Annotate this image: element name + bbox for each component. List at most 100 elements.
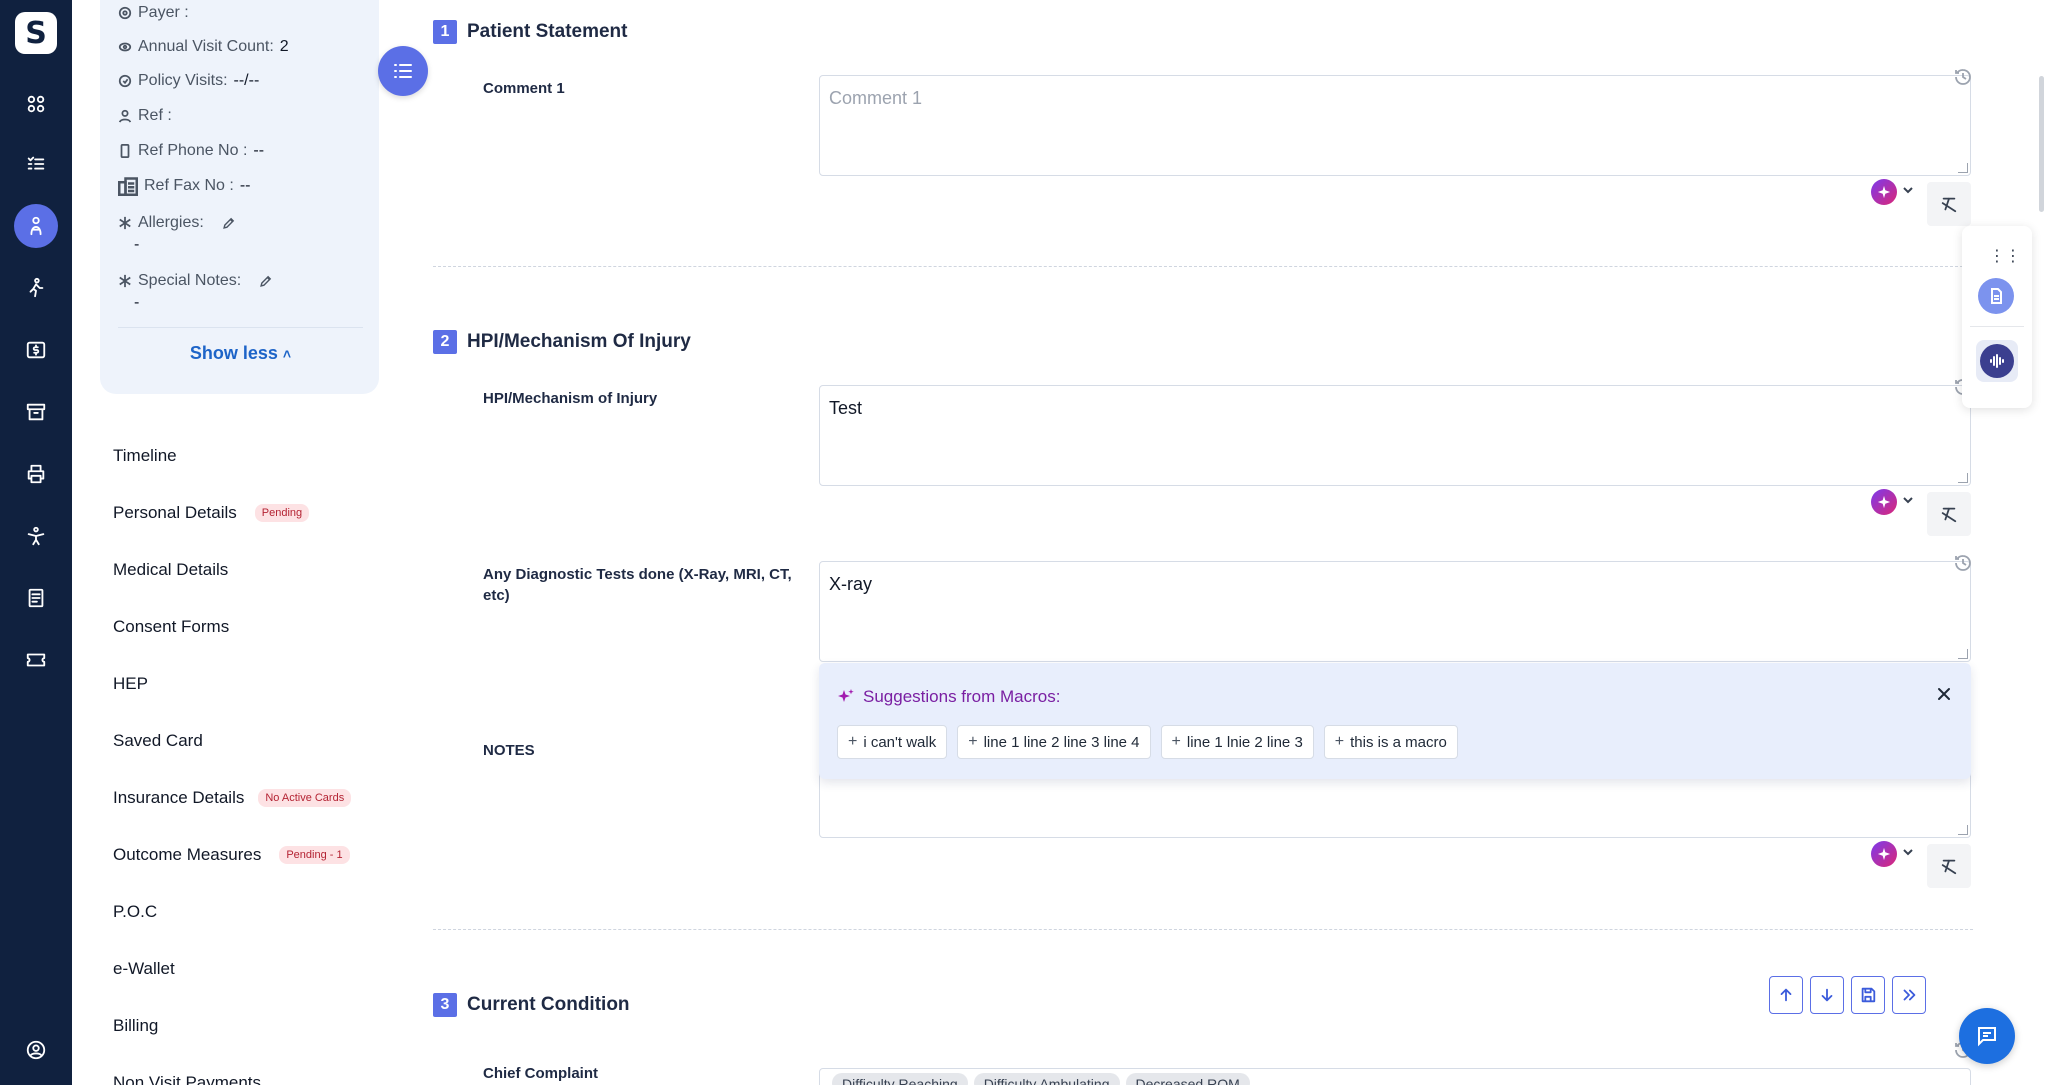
hpi-label: HPI/Mechanism of Injury xyxy=(483,390,658,407)
resize-handle[interactable] xyxy=(1958,163,1968,173)
plus-icon: + xyxy=(1334,733,1345,750)
allergies-row: Allergies: xyxy=(118,214,236,232)
macro-chip[interactable]: + this is a macro xyxy=(1323,725,1458,759)
macro-title: Suggestions from Macros: xyxy=(837,687,1060,707)
show-less-button[interactable]: Show less ˄ xyxy=(118,343,363,364)
walking-person-icon[interactable] xyxy=(14,266,58,310)
close-macros-button[interactable] xyxy=(1935,685,1955,705)
drag-handle-icon[interactable]: ⋮⋮ xyxy=(1989,246,2021,266)
ai-sparkle-icon xyxy=(1871,489,1897,515)
user-circle-icon[interactable] xyxy=(14,1028,58,1072)
asterisk-icon xyxy=(119,274,131,288)
annual-visit-label: Annual Visit Count: xyxy=(138,38,274,55)
nav-billing[interactable]: Billing xyxy=(113,1016,158,1036)
plus-icon: + xyxy=(848,733,858,750)
chief-complaint-select[interactable]: Difficulty Reaching Difficulty Ambulatin… xyxy=(819,1068,1971,1085)
section-title: Patient Statement xyxy=(467,21,628,42)
patient-info-card xyxy=(100,0,379,394)
clear-format-button[interactable] xyxy=(1927,492,1971,536)
nav-timeline[interactable]: Timeline xyxy=(113,446,177,466)
chevron-down-icon xyxy=(1901,493,1915,512)
macro-chip-label: line 1 lnie 2 line 3 xyxy=(1186,733,1303,751)
close-icon xyxy=(1938,688,1950,700)
comment1-placeholder: Comment 1 xyxy=(829,88,923,108)
document-icon[interactable] xyxy=(14,576,58,620)
macro-chip[interactable]: + i can't walk xyxy=(837,725,948,759)
double-chevron-up-icon: ˄ xyxy=(282,346,292,362)
chief-complaint-tag[interactable]: Difficulty Ambulating xyxy=(973,1073,1120,1085)
app-root: S Payer: Annual Visit Count: 2 Policy V… xyxy=(0,0,2048,1085)
chat-button[interactable] xyxy=(1959,1008,2015,1064)
ref-fax-value: -- xyxy=(239,177,251,194)
nav-personal-details[interactable]: Personal Details Pending xyxy=(113,503,310,523)
ai-assist-dropdown[interactable] xyxy=(1871,179,1915,205)
dollar-card-icon[interactable] xyxy=(14,328,58,372)
app-logo[interactable]: S xyxy=(15,12,57,54)
show-less-label: Show less xyxy=(189,343,278,363)
nav-label: Medical Details xyxy=(113,560,229,579)
nav-e-wallet[interactable]: e-Wallet xyxy=(113,959,175,979)
grid-icon[interactable] xyxy=(14,82,58,126)
clear-format-button[interactable] xyxy=(1927,844,1971,888)
scrollbar[interactable] xyxy=(2039,76,2044,212)
annual-visit-value: 2 xyxy=(279,38,289,55)
diagnostic-tests-textarea[interactable]: X-ray xyxy=(819,561,1971,662)
nav-label: Billing xyxy=(113,1016,159,1035)
ai-assist-dropdown[interactable] xyxy=(1871,489,1915,515)
nav-poc[interactable]: P.O.C xyxy=(113,902,157,922)
chief-complaint-tag[interactable]: Difficulty Reaching xyxy=(832,1073,968,1085)
nav-saved-card[interactable]: Saved Card xyxy=(113,731,203,751)
special-notes-label: Special Notes: xyxy=(138,272,242,289)
clear-format-button[interactable] xyxy=(1927,182,1971,226)
notes-label: NOTES xyxy=(483,742,535,759)
nav-non-visit-payments[interactable]: Non Visit Payments xyxy=(113,1073,261,1085)
resize-handle[interactable] xyxy=(1958,649,1968,659)
nav-medical-details[interactable]: Medical Details xyxy=(113,560,228,580)
macro-title-text: Suggestions from Macros: xyxy=(863,687,1061,706)
resize-handle[interactable] xyxy=(1958,825,1968,835)
fax-icon xyxy=(118,177,138,196)
chief-complaint-tag[interactable]: Decreased ROM xyxy=(1125,1073,1250,1085)
comment1-textarea[interactable]: Comment 1 xyxy=(819,75,1971,176)
save-button[interactable] xyxy=(1851,976,1885,1014)
notes-document-button[interactable] xyxy=(1978,278,2014,314)
chevron-down-icon xyxy=(1901,845,1915,864)
move-up-button[interactable] xyxy=(1769,976,1803,1014)
macro-chip[interactable]: + line 1 lnie 2 line 3 xyxy=(1160,725,1314,759)
patient-care-icon[interactable] xyxy=(14,204,58,248)
policy-icon xyxy=(118,74,132,88)
nav-insurance-details[interactable]: Insurance Details No Active Cards xyxy=(113,788,352,808)
edit-allergies-icon[interactable] xyxy=(222,216,236,230)
ai-assist-dropdown[interactable] xyxy=(1871,841,1915,867)
macro-chip[interactable]: + line 1 line 2 line 3 line 4 xyxy=(957,725,1151,759)
nav-label: Non Visit Payments xyxy=(113,1073,262,1085)
history-icon[interactable] xyxy=(1953,67,1975,89)
section-list-button[interactable] xyxy=(378,46,428,96)
resize-handle[interactable] xyxy=(1958,473,1968,483)
plus-icon: + xyxy=(968,733,978,750)
checklist-icon[interactable] xyxy=(14,142,58,186)
printer-icon[interactable] xyxy=(14,452,58,496)
history-icon[interactable] xyxy=(1953,553,1975,575)
chevron-down-icon xyxy=(1901,183,1915,202)
move-down-button[interactable] xyxy=(1810,976,1844,1014)
exercise-icon[interactable] xyxy=(14,514,58,558)
nav-consent-forms[interactable]: Consent Forms xyxy=(113,617,229,637)
nav-label: Personal Details xyxy=(113,503,237,522)
asterisk-icon xyxy=(119,216,131,230)
voice-dictation-button[interactable] xyxy=(1976,340,2018,382)
ticket-icon[interactable] xyxy=(14,638,58,682)
section-current-condition: 3 Current Condition xyxy=(433,993,630,1017)
archive-icon[interactable] xyxy=(14,390,58,434)
nav-label: HEP xyxy=(113,674,148,693)
nav-outcome-measures[interactable]: Outcome Measures Pending - 1 xyxy=(113,845,350,865)
expand-button[interactable] xyxy=(1892,976,1926,1014)
clear-format-icon xyxy=(1941,197,1957,213)
ref-fax-row: Ref Fax No : -- xyxy=(118,176,250,196)
sparkle-icon xyxy=(838,689,854,702)
hpi-textarea[interactable]: Test xyxy=(819,385,1971,486)
section-number: 2 xyxy=(433,330,457,354)
policy-visits-label: Policy Visits: xyxy=(138,72,228,89)
edit-special-notes-icon[interactable] xyxy=(259,274,273,288)
nav-hep[interactable]: HEP xyxy=(113,674,148,694)
